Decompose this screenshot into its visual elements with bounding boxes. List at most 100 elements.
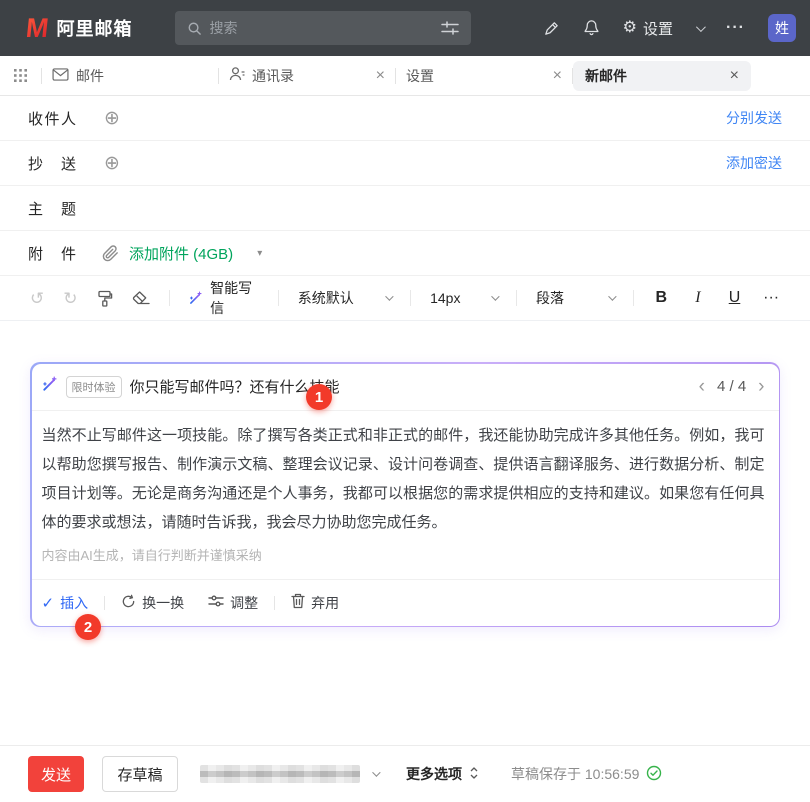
footer-divider (274, 596, 275, 610)
paragraph-select[interactable]: 段落 (536, 288, 614, 308)
italic-button[interactable]: I (689, 289, 707, 307)
chevron-down-icon (372, 768, 380, 776)
chevron-down-icon (385, 292, 393, 300)
pen-tool-icon[interactable] (543, 20, 560, 37)
subject-row: 主题 (0, 186, 810, 231)
sender-address-redacted (200, 765, 360, 783)
paragraph-value: 段落 (536, 288, 564, 308)
add-attachment-link[interactable]: 添加附件 (4GB) (129, 243, 233, 264)
cc-label: 抄送 (28, 153, 76, 174)
save-draft-button[interactable]: 存草稿 (102, 756, 178, 792)
next-page-icon[interactable]: › (758, 377, 764, 396)
sliders-icon (208, 594, 224, 611)
tab-bar: 邮件 通讯录 × 设置 × 新邮件 × (0, 56, 810, 96)
tab-settings-label: 设置 (406, 66, 434, 86)
step-marker-2: 2 (75, 614, 101, 640)
search-filter-icon[interactable] (441, 21, 459, 35)
insert-button[interactable]: ✓ 插入 (42, 593, 89, 613)
magic-wand-icon (41, 376, 58, 398)
topbar-actions: ⚙ 设置 ··· 姓 (543, 14, 796, 42)
mail-app-window: M 阿里邮箱 ⚙ 设置 ··· 姓 (0, 0, 810, 802)
ai-assistant-panel: 限时体验 你只能写邮件吗？还有什么技能 ‹ 4 / 4 › 当然不止写邮件这一项… (30, 362, 780, 627)
close-icon[interactable]: × (730, 68, 739, 84)
bell-icon[interactable] (583, 19, 600, 37)
add-cc-icon[interactable]: ⊕ (104, 154, 120, 173)
format-painter-icon[interactable] (97, 290, 113, 307)
underline-button[interactable]: U (726, 289, 744, 307)
eraser-icon[interactable] (132, 291, 150, 306)
adjust-button[interactable]: 调整 (208, 593, 258, 613)
ai-panel-header: 限时体验 你只能写邮件吗？还有什么技能 ‹ 4 / 4 › (32, 364, 779, 411)
tab-contacts-label: 通讯录 (252, 66, 294, 86)
toolbar-divider (278, 290, 279, 306)
add-bcc-link[interactable]: 添加密送 (726, 153, 782, 173)
attachment-dropdown-icon[interactable]: ▾ (257, 248, 262, 259)
avatar[interactable]: 姓 (768, 14, 796, 42)
settings-label: 设置 (643, 18, 673, 39)
app-grid-icon[interactable] (14, 69, 27, 82)
search-box[interactable] (175, 11, 471, 45)
compose-action-bar: 发送 存草稿 更多选项 草稿保存于 10:56:59 (0, 745, 810, 802)
toolbar-divider (169, 290, 170, 306)
more-options-button[interactable]: 更多选项 (406, 764, 479, 784)
prev-page-icon[interactable]: ‹ (699, 377, 705, 396)
toolbar-divider (410, 290, 411, 306)
contacts-icon (229, 66, 245, 85)
send-separately-link[interactable]: 分别发送 (726, 108, 782, 128)
check-icon: ✓ (42, 594, 55, 612)
settings-menu[interactable]: ⚙ 设置 (623, 18, 673, 39)
subject-input[interactable] (76, 186, 782, 230)
search-icon (187, 21, 202, 36)
undo-icon[interactable]: ↺ (30, 290, 44, 307)
font-size-value: 14px (430, 290, 460, 306)
chevron-down-icon[interactable] (696, 25, 703, 32)
search-input[interactable] (210, 20, 433, 36)
tab-settings[interactable]: 设置 × (396, 66, 572, 86)
recipient-input[interactable] (120, 96, 726, 140)
insert-label: 插入 (60, 593, 88, 613)
cc-input[interactable] (120, 141, 726, 185)
regenerate-button[interactable]: 换一换 (121, 593, 184, 613)
send-button[interactable]: 发送 (28, 756, 84, 792)
font-family-select[interactable]: 系统默认 (298, 288, 391, 308)
draft-saved-label: 草稿保存于 10:56:59 (511, 764, 639, 784)
regenerate-label: 换一换 (142, 593, 184, 613)
tab-new-mail-pill[interactable]: 新邮件 × (573, 61, 751, 91)
recipient-label: 收件人 (28, 108, 76, 129)
more-menu-icon[interactable]: ··· (726, 19, 745, 37)
add-recipient-icon[interactable]: ⊕ (104, 109, 120, 128)
brand-title: 阿里邮箱 (57, 15, 133, 41)
sender-account-select[interactable] (200, 765, 378, 783)
redo-icon[interactable]: ↻ (63, 290, 77, 307)
close-icon[interactable]: × (553, 68, 562, 84)
discard-label: 弃用 (311, 593, 339, 613)
tab-contacts[interactable]: 通讯录 × (219, 66, 395, 86)
ai-write-label: 智能写信 (210, 278, 259, 318)
bold-button[interactable]: B (652, 289, 670, 307)
close-icon[interactable]: × (376, 68, 385, 84)
refresh-icon (121, 594, 136, 612)
ai-response-text: 当然不止写邮件这一项技能。除了撰写各类正式和非正式的邮件，我还能协助完成许多其他… (42, 421, 765, 537)
success-check-icon (646, 765, 662, 784)
step-marker-1: 1 (306, 384, 332, 410)
ai-disclaimer: 内容由AI生成，请自行判断并谨慎采纳 (42, 545, 765, 564)
attachment-label: 附件 (28, 243, 76, 264)
footer-divider (104, 596, 105, 610)
tab-new-mail[interactable]: 新邮件 × (573, 61, 751, 91)
mail-icon (52, 68, 69, 84)
top-bar: M 阿里邮箱 ⚙ 设置 ··· 姓 (0, 0, 810, 56)
font-size-select[interactable]: 14px (430, 290, 497, 306)
editor-body[interactable]: 限时体验 你只能写邮件吗？还有什么技能 ‹ 4 / 4 › 当然不止写邮件这一项… (0, 321, 810, 745)
chevron-down-icon (491, 292, 499, 300)
sort-arrows-icon (469, 766, 479, 783)
ai-response-area: 当然不止写邮件这一项技能。除了撰写各类正式和非正式的邮件，我还能协助完成许多其他… (32, 411, 779, 564)
cc-row: 抄送 ⊕ 添加密送 (0, 141, 810, 186)
discard-button[interactable]: 弃用 (291, 593, 339, 613)
ai-pagination: ‹ 4 / 4 › (699, 377, 765, 396)
tab-mail[interactable]: 邮件 (42, 66, 218, 86)
ai-write-button[interactable]: 智能写信 (188, 278, 259, 318)
ai-panel-inner: 限时体验 你只能写邮件吗？还有什么技能 ‹ 4 / 4 › 当然不止写邮件这一项… (32, 364, 779, 626)
recipient-row: 收件人 ⊕ 分别发送 (0, 96, 810, 141)
more-formats-icon[interactable]: ··· (762, 289, 780, 307)
paperclip-icon[interactable] (102, 245, 119, 262)
